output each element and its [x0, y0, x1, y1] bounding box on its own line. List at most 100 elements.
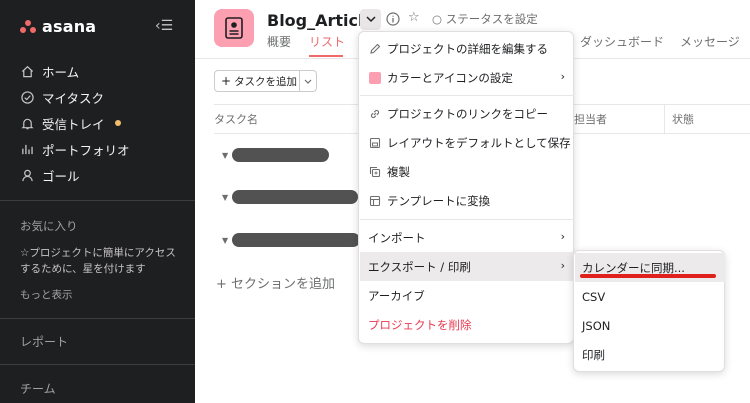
- menu-item-label: カラーとアイコンの設定: [387, 70, 513, 85]
- list-item[interactable]: ▼: [222, 148, 330, 162]
- sidebar-divider: [0, 318, 195, 319]
- caret-down-icon: ▼: [222, 192, 229, 202]
- menu-item-export-print[interactable]: エクスポート / 印刷 ›: [360, 252, 574, 281]
- save-icon: [368, 136, 381, 149]
- menu-item-label: エクスポート / 印刷: [368, 259, 471, 274]
- sidebar-item-label: 受信トレイ: [42, 116, 105, 132]
- star-icon[interactable]: ☆: [408, 10, 420, 25]
- menu-item-label: プロジェクトのリンクをコピー: [387, 106, 548, 121]
- sidebar-nav: ホーム マイタスク 受信トレイ ポートフォリオ ゴール: [0, 58, 195, 188]
- menu-divider: [360, 95, 574, 96]
- favorites-hint: ☆プロジェクトに簡単にアクセスするために、星を付けます: [20, 247, 176, 275]
- sidebar-item-label: ポートフォリオ: [42, 142, 130, 158]
- list-item[interactable]: ▼: [222, 233, 361, 247]
- menu-item-label: 複製: [387, 164, 410, 179]
- asana-logo[interactable]: asana: [20, 17, 96, 36]
- menu-item-duplicate[interactable]: 複製: [360, 157, 574, 186]
- add-section-button[interactable]: + セクションを追加: [216, 273, 335, 292]
- show-more-link[interactable]: もっと表示: [20, 287, 73, 302]
- sidebar-item-label: ホーム: [42, 64, 80, 80]
- active-tab-indicator: [309, 55, 343, 57]
- logo-text: asana: [42, 17, 97, 36]
- chevron-down-icon: [365, 16, 376, 23]
- sidebar-item-label: ゴール: [42, 168, 80, 184]
- submenu-item-print[interactable]: 印刷: [575, 340, 725, 369]
- submenu-item-json[interactable]: JSON: [575, 311, 725, 340]
- export-submenu: カレンダーに同期... CSV JSON 印刷: [573, 250, 725, 372]
- menu-item-label: プロジェクトを削除: [368, 317, 472, 332]
- project-icon[interactable]: [214, 9, 254, 47]
- menu-item-label: プロジェクトの詳細を編集する: [387, 41, 548, 56]
- menu-item-convert-template[interactable]: テンプレートに変換: [360, 186, 574, 215]
- column-separator: [664, 105, 665, 133]
- duplicate-icon: [368, 165, 381, 178]
- sidebar-collapse-icon[interactable]: ‹☰: [155, 17, 177, 35]
- set-status-button[interactable]: ○ ステータスを設定: [432, 11, 538, 27]
- column-header-assignee[interactable]: 担当者: [574, 111, 607, 127]
- menu-item-delete-project[interactable]: プロジェクトを削除: [360, 310, 574, 339]
- favorites-title: お気に入り: [20, 219, 78, 233]
- chevron-right-icon: ›: [560, 70, 565, 83]
- add-task-dropdown[interactable]: [299, 70, 317, 92]
- tab-overview[interactable]: 概要: [267, 33, 291, 50]
- check-circle-icon: [20, 90, 34, 104]
- add-section-label: セクションを追加: [231, 277, 336, 292]
- notification-dot: [114, 120, 121, 126]
- column-header-status[interactable]: 状態: [672, 111, 694, 127]
- sidebar-item-goals[interactable]: ゴール: [0, 162, 195, 188]
- caret-down-icon: ▼: [222, 150, 229, 160]
- link-icon: [368, 107, 381, 120]
- menu-divider: [360, 219, 574, 220]
- redacted-section-name: [232, 233, 361, 247]
- menu-item-save-layout[interactable]: レイアウトをデフォルトとして保存: [360, 128, 574, 157]
- info-icon[interactable]: [386, 12, 400, 30]
- color-swatch-icon: [368, 71, 381, 84]
- sidebar-item-inbox[interactable]: 受信トレイ: [0, 110, 195, 136]
- submenu-item-csv[interactable]: CSV: [575, 282, 725, 311]
- tab-messages[interactable]: メッセージ: [680, 33, 740, 50]
- redacted-section-name: [232, 190, 359, 204]
- list-item[interactable]: ▼: [222, 190, 359, 204]
- menu-item-label: インポート: [368, 230, 426, 245]
- plus-icon: +: [216, 277, 227, 292]
- sidebar-item-portfolios[interactable]: ポートフォリオ: [0, 136, 195, 162]
- project-title[interactable]: Blog_Article: [267, 11, 374, 30]
- template-icon: [368, 194, 381, 207]
- chevron-right-icon: ›: [560, 259, 565, 272]
- add-task-label: タスクを追加: [234, 75, 298, 88]
- menu-item-copy-link[interactable]: プロジェクトのリンクをコピー: [360, 99, 574, 128]
- menu-item-archive[interactable]: アーカイブ: [360, 281, 574, 310]
- menu-item-import[interactable]: インポート ›: [360, 223, 574, 252]
- menu-item-label: テンプレートに変換: [387, 193, 491, 208]
- annotation-underline: [580, 274, 716, 278]
- plus-icon: +: [221, 74, 232, 88]
- sidebar-reports[interactable]: レポート: [20, 333, 68, 350]
- sidebar-item-home[interactable]: ホーム: [0, 58, 195, 84]
- chevron-down-icon: [304, 79, 312, 84]
- sidebar-item-label: マイタスク: [42, 90, 105, 106]
- menu-item-label: レイアウトをデフォルトとして保存: [387, 135, 571, 150]
- home-icon: [20, 64, 34, 78]
- sidebar: asana ‹☰ ホーム マイタスク 受信トレイ ポートフォリオ ゴール お気に…: [0, 0, 195, 403]
- sidebar-item-my-tasks[interactable]: マイタスク: [0, 84, 195, 110]
- bell-icon: [20, 116, 34, 130]
- caret-down-icon: ▼: [222, 235, 229, 245]
- sidebar-divider: [0, 364, 195, 365]
- chevron-right-icon: ›: [560, 230, 565, 243]
- sidebar-divider: [0, 200, 195, 201]
- column-header-task-name[interactable]: タスク名: [214, 111, 258, 127]
- project-actions-menu: プロジェクトの詳細を編集する カラーとアイコンの設定 › プロジェクトのリンクを…: [358, 31, 574, 344]
- sidebar-teams[interactable]: チーム: [20, 380, 56, 397]
- person-icon: [20, 168, 34, 182]
- bar-chart-icon: [20, 142, 34, 156]
- asana-logo-icon: [20, 19, 36, 34]
- pencil-icon: [368, 42, 381, 55]
- project-menu-dropdown-button[interactable]: [360, 9, 381, 30]
- tab-list[interactable]: リスト: [309, 33, 345, 50]
- tab-dashboard[interactable]: ダッシュボード: [580, 33, 664, 50]
- redacted-section-name: [232, 148, 330, 162]
- menu-item-color-icon[interactable]: カラーとアイコンの設定 ›: [360, 63, 574, 92]
- menu-item-edit-details[interactable]: プロジェクトの詳細を編集する: [360, 34, 574, 63]
- add-task-button[interactable]: + タスクを追加: [214, 70, 299, 92]
- menu-item-label: アーカイブ: [368, 288, 425, 303]
